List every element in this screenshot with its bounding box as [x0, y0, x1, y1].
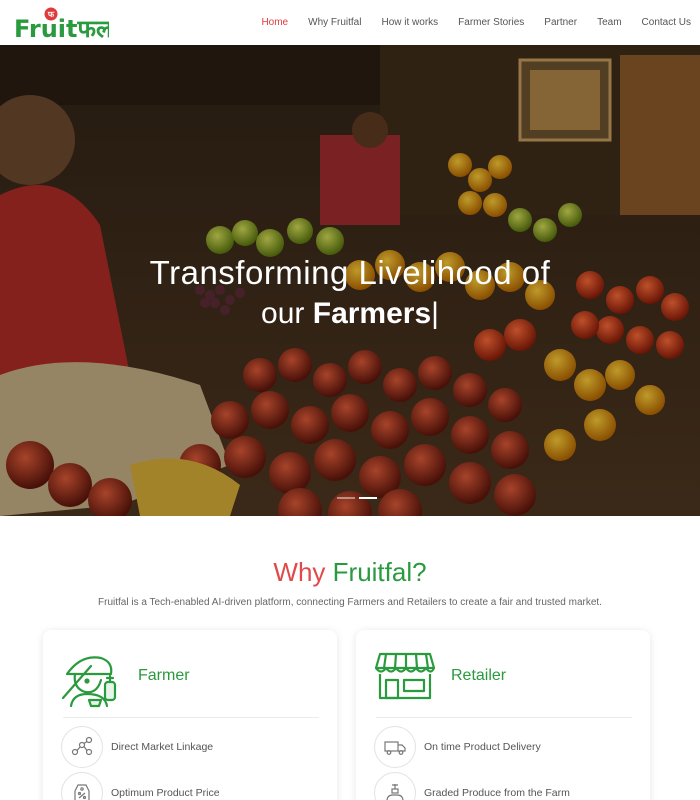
feature-optimum-product-price: Optimum Product Price: [61, 772, 220, 800]
why-title-brand: Fruitfal?: [332, 557, 427, 587]
retailer-card: Retailer On time Product Delivery Graded…: [356, 630, 650, 800]
network-icon: [61, 726, 103, 768]
carousel-dot[interactable]: [337, 497, 355, 499]
hero-headline-highlight: Farmers: [312, 297, 432, 330]
nav-how-it-works[interactable]: How it works: [381, 17, 438, 28]
card-divider: [376, 717, 632, 718]
carousel-dot-active[interactable]: [359, 497, 377, 499]
nav-team[interactable]: Team: [597, 17, 621, 28]
nav-home[interactable]: Home: [261, 17, 288, 28]
storefront-icon: [374, 648, 436, 708]
why-section-title: Why Fruitfal?: [0, 557, 700, 588]
svg-text:Fruitफल: Fruitफल: [14, 15, 109, 41]
feature-graded-produce: Graded Produce from the Farm: [374, 772, 570, 800]
fruitfal-logo[interactable]: फ Fruitफल: [13, 5, 114, 43]
farmer-card: Farmer Direct Market Linkage Optimum Pro…: [43, 630, 337, 800]
farmer-card-title: Farmer: [138, 667, 190, 684]
hero-headline-prefix: our: [261, 297, 305, 330]
card-divider: [63, 717, 319, 718]
top-navbar: फ Fruitफल Home Why Fruitfal How it works…: [0, 0, 700, 45]
feature-direct-market-linkage: Direct Market Linkage: [61, 726, 213, 768]
farmer-icon: [61, 648, 123, 708]
feature-label: Optimum Product Price: [111, 787, 220, 799]
nav-contact-us[interactable]: Contact Us: [642, 17, 691, 28]
hero-carousel: Transforming Livelihood of our Farmers|: [0, 45, 700, 516]
nav-why-fruitfal[interactable]: Why Fruitfal: [308, 17, 361, 28]
feature-label: Graded Produce from the Farm: [424, 787, 570, 799]
feature-on-time-delivery: On time Product Delivery: [374, 726, 541, 768]
hero-headline-line1: Transforming Livelihood of: [149, 254, 551, 291]
delivery-truck-icon: [374, 726, 416, 768]
why-title-prefix: Why: [273, 557, 326, 587]
typing-cursor: |: [431, 297, 439, 330]
nav-farmer-stories[interactable]: Farmer Stories: [458, 17, 524, 28]
hero-headline-line2: our Farmers|: [0, 297, 700, 331]
graded-produce-icon: [374, 772, 416, 800]
carousel-indicators: [337, 497, 377, 499]
why-section-subtitle: Fruitfal is a Tech-enabled AI-driven pla…: [98, 597, 602, 608]
price-tag-icon: [61, 772, 103, 800]
feature-label: Direct Market Linkage: [111, 741, 214, 753]
feature-label: On time Product Delivery: [424, 741, 541, 753]
main-menu: Home Why Fruitfal How it works Farmer St…: [241, 0, 691, 45]
retailer-card-title: Retailer: [451, 667, 507, 684]
nav-partner[interactable]: Partner: [544, 17, 577, 28]
